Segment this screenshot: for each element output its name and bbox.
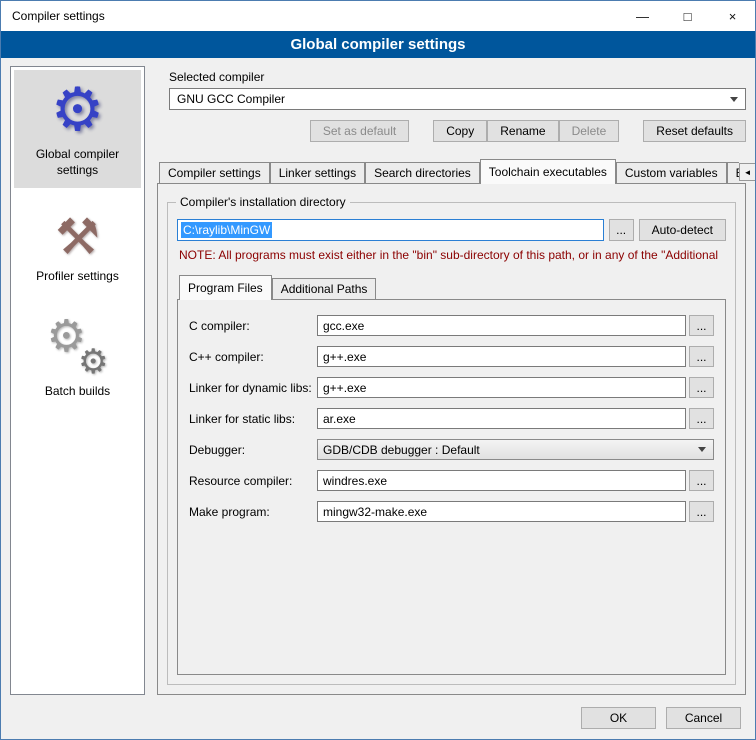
tab-search-directories[interactable]: Search directories [365,162,480,183]
c-compiler-value: gcc.exe [323,319,364,333]
resource-compiler-browse-button[interactable]: ... [689,470,714,491]
c-compiler-browse-button[interactable]: ... [689,315,714,336]
c-compiler-label: C compiler: [189,319,317,333]
maximize-icon: □ [684,9,692,24]
reset-defaults-button[interactable]: Reset defaults [643,120,746,142]
dialog-content: ⚙ Global compiler settings ⚒ Profiler se… [1,58,755,697]
cpp-compiler-label: C++ compiler: [189,350,317,364]
selected-path-text: C:\raylib\MinGW [181,222,272,238]
sidebar-item-profiler-settings[interactable]: ⚒ Profiler settings [14,202,141,295]
toolchain-executables-panel: Compiler's installation directory C:\ray… [157,183,746,695]
program-files-panel: C compiler: gcc.exe ... C++ compiler: g+… [177,299,726,675]
tab-additional-paths[interactable]: Additional Paths [272,278,377,299]
close-button[interactable]: × [710,1,755,31]
window-controls: — □ × [620,1,755,31]
field-row-linker-static: Linker for static libs: ar.exe ... [189,408,714,429]
groupbox-title: Compiler's installation directory [176,195,350,209]
debugger-label: Debugger: [189,443,317,457]
main-panel: Selected compiler GNU GCC Compiler Set a… [155,66,746,695]
program-files-tabstrip: Program Files Additional Paths [177,275,726,299]
field-row-make-program: Make program: mingw32-make.exe ... [189,501,714,522]
installation-directory-groupbox: Compiler's installation directory C:\ray… [167,202,736,685]
chevron-down-icon [723,89,745,109]
dialog-footer: OK Cancel [1,697,755,739]
ok-button[interactable]: OK [581,707,656,729]
cancel-button[interactable]: Cancel [666,707,741,729]
tab-program-files[interactable]: Program Files [179,275,272,300]
gear-icon: ⚙ [78,345,108,379]
linker-static-label: Linker for static libs: [189,412,317,426]
cpp-compiler-value: g++.exe [323,350,366,364]
minimize-button[interactable]: — [620,1,665,31]
sidebar-item-batch-builds[interactable]: ⚙ ⚙ Batch builds [14,309,141,410]
settings-category-list: ⚙ Global compiler settings ⚒ Profiler se… [10,66,145,695]
linker-dynamic-input[interactable]: g++.exe [317,377,686,398]
make-program-input[interactable]: mingw32-make.exe [317,501,686,522]
browse-directory-button[interactable]: ... [609,219,634,241]
field-row-resource-compiler: Resource compiler: windres.exe ... [189,470,714,491]
cpp-compiler-browse-button[interactable]: ... [689,346,714,367]
c-compiler-input[interactable]: gcc.exe [317,315,686,336]
installation-directory-row: C:\raylib\MinGW ... Auto-detect [177,219,726,241]
linker-dynamic-label: Linker for dynamic libs: [189,381,317,395]
debugger-dropdown[interactable]: GDB/CDB debugger : Default [317,439,714,460]
close-icon: × [729,9,737,24]
profiler-tool-icon: ⚒ [55,212,100,262]
installation-directory-input[interactable]: C:\raylib\MinGW [177,219,604,241]
minimize-icon: — [636,9,649,24]
delete-button[interactable]: Delete [559,120,620,142]
sidebar-item-global-compiler-settings[interactable]: ⚙ Global compiler settings [14,70,141,188]
tab-compiler-settings[interactable]: Compiler settings [159,162,270,183]
field-row-c-compiler: C compiler: gcc.exe ... [189,315,714,336]
tab-scrollers: ◄ ► [739,163,756,181]
dialog-header: Global compiler settings [1,31,755,58]
selected-compiler-dropdown[interactable]: GNU GCC Compiler [169,88,746,110]
maximize-button[interactable]: □ [665,1,710,31]
selected-compiler-label: Selected compiler [169,70,746,84]
set-as-default-button[interactable]: Set as default [310,120,409,142]
arrow-left-icon: ◄ [744,168,752,177]
chevron-down-icon [691,440,713,459]
resource-compiler-label: Resource compiler: [189,474,317,488]
field-row-linker-dynamic: Linker for dynamic libs: g++.exe ... [189,377,714,398]
sidebar-item-label: Batch builds [45,384,110,400]
field-row-debugger: Debugger: GDB/CDB debugger : Default [189,439,714,460]
make-program-label: Make program: [189,505,317,519]
settings-tabstrip: Compiler settings Linker settings Search… [157,158,746,183]
field-row-cpp-compiler: C++ compiler: g++.exe ... [189,346,714,367]
linker-static-browse-button[interactable]: ... [689,408,714,429]
linker-dynamic-value: g++.exe [323,381,366,395]
tab-scroll-left-button[interactable]: ◄ [739,163,756,181]
make-program-value: mingw32-make.exe [323,505,427,519]
titlebar[interactable]: Compiler settings — □ × [1,1,755,31]
linker-static-input[interactable]: ar.exe [317,408,686,429]
gear-blue-icon: ⚙ [51,80,105,140]
resource-compiler-value: windres.exe [323,474,387,488]
make-program-browse-button[interactable]: ... [689,501,714,522]
tab-toolchain-executables[interactable]: Toolchain executables [480,159,616,184]
compiler-actions: Set as default Copy Rename Delete Reset … [169,120,746,142]
sidebar-item-label: Profiler settings [36,269,119,285]
rename-button[interactable]: Rename [487,120,558,142]
tab-custom-variables[interactable]: Custom variables [616,162,727,183]
cpp-compiler-input[interactable]: g++.exe [317,346,686,367]
tab-linker-settings[interactable]: Linker settings [270,162,365,183]
note-text: NOTE: All programs must exist either in … [179,248,726,262]
resource-compiler-input[interactable]: windres.exe [317,470,686,491]
auto-detect-button[interactable]: Auto-detect [639,219,726,241]
debugger-value: GDB/CDB debugger : Default [323,443,480,457]
tab-build-options[interactable]: Buil [727,162,739,183]
copy-button[interactable]: Copy [433,120,487,142]
linker-static-value: ar.exe [323,412,356,426]
sidebar-item-label: Global compiler settings [16,147,139,178]
linker-dynamic-browse-button[interactable]: ... [689,377,714,398]
gears-gray-icon: ⚙ ⚙ [47,319,109,377]
selected-compiler-value: GNU GCC Compiler [177,92,285,106]
compiler-settings-window: Compiler settings — □ × Global compiler … [0,0,756,740]
window-title: Compiler settings [12,9,105,23]
